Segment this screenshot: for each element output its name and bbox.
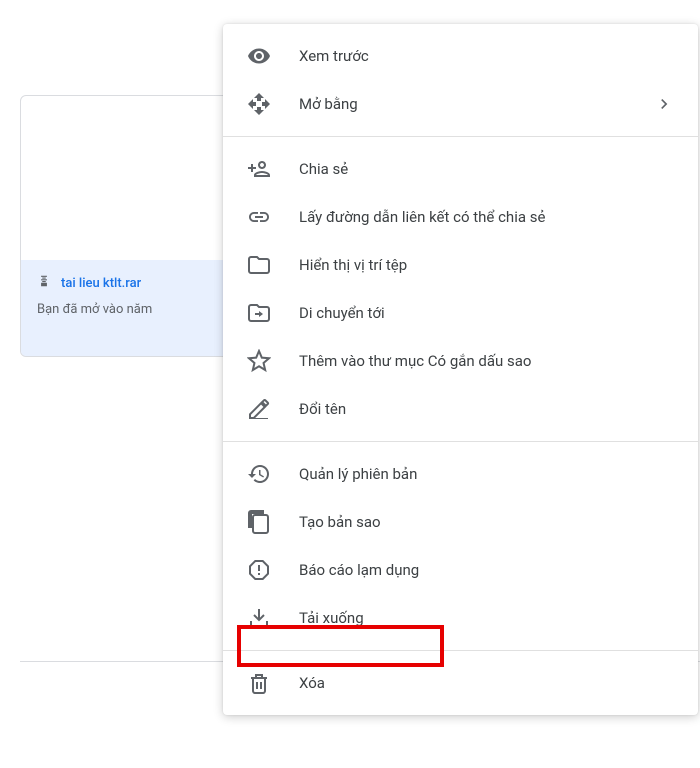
pencil-icon <box>247 397 271 421</box>
menu-make-copy[interactable]: Tạo bản sao <box>223 498 698 546</box>
report-icon <box>247 558 271 582</box>
menu-label: Đổi tên <box>299 400 674 418</box>
file-subtitle: Bạn đã mở vào năm <box>37 302 213 317</box>
menu-label: Báo cáo lạm dụng <box>299 561 674 579</box>
folder-move-icon <box>247 301 271 325</box>
menu-share[interactable]: Chia sẻ <box>223 145 698 193</box>
chevron-right-icon <box>654 94 674 114</box>
folder-icon <box>247 253 271 277</box>
menu-divider <box>223 650 698 651</box>
menu-remove[interactable]: Xóa <box>223 659 698 707</box>
star-icon <box>247 349 271 373</box>
menu-label: Di chuyển tới <box>299 304 674 322</box>
menu-label: Xóa <box>299 674 674 692</box>
menu-label: Thêm vào thư mục Có gắn dấu sao <box>299 352 674 370</box>
trash-icon <box>247 671 271 695</box>
file-title-row: tai lieu ktlt.rar <box>37 274 213 292</box>
menu-add-star[interactable]: Thêm vào thư mục Có gắn dấu sao <box>223 337 698 385</box>
menu-download[interactable]: Tải xuống <box>223 594 698 642</box>
menu-label: Tải xuống <box>299 609 674 627</box>
menu-rename[interactable]: Đổi tên <box>223 385 698 433</box>
context-menu: Xem trước Mở bằng Chia sẻ Lấy đường dẫn … <box>223 24 698 715</box>
copy-icon <box>247 510 271 534</box>
menu-divider <box>223 136 698 137</box>
file-card-selected-area: tai lieu ktlt.rar Bạn đã mở vào năm <box>21 260 229 356</box>
menu-label: Quản lý phiên bản <box>299 465 674 483</box>
menu-open-with[interactable]: Mở bằng <box>223 80 698 128</box>
menu-move-to[interactable]: Di chuyển tới <box>223 289 698 337</box>
menu-label: Lấy đường dẫn liên kết có thể chia sẻ <box>299 208 674 226</box>
file-name: tai lieu ktlt.rar <box>61 276 141 291</box>
history-icon <box>247 462 271 486</box>
menu-get-link[interactable]: Lấy đường dẫn liên kết có thể chia sẻ <box>223 193 698 241</box>
menu-label: Mở bằng <box>299 95 654 113</box>
menu-divider <box>223 441 698 442</box>
archive-icon <box>37 274 51 292</box>
download-icon <box>247 606 271 630</box>
menu-label: Xem trước <box>299 47 674 65</box>
menu-show-location[interactable]: Hiển thị vị trí tệp <box>223 241 698 289</box>
menu-manage-versions[interactable]: Quản lý phiên bản <box>223 450 698 498</box>
menu-label: Chia sẻ <box>299 160 674 178</box>
menu-preview[interactable]: Xem trước <box>223 32 698 80</box>
menu-report-abuse[interactable]: Báo cáo lạm dụng <box>223 546 698 594</box>
menu-label: Hiển thị vị trí tệp <box>299 256 674 274</box>
link-icon <box>247 205 271 229</box>
file-card[interactable]: tai lieu ktlt.rar Bạn đã mở vào năm <box>20 95 230 357</box>
menu-label: Tạo bản sao <box>299 513 674 531</box>
person-add-icon <box>247 157 271 181</box>
eye-icon <box>247 44 271 68</box>
open-with-icon <box>247 92 271 116</box>
